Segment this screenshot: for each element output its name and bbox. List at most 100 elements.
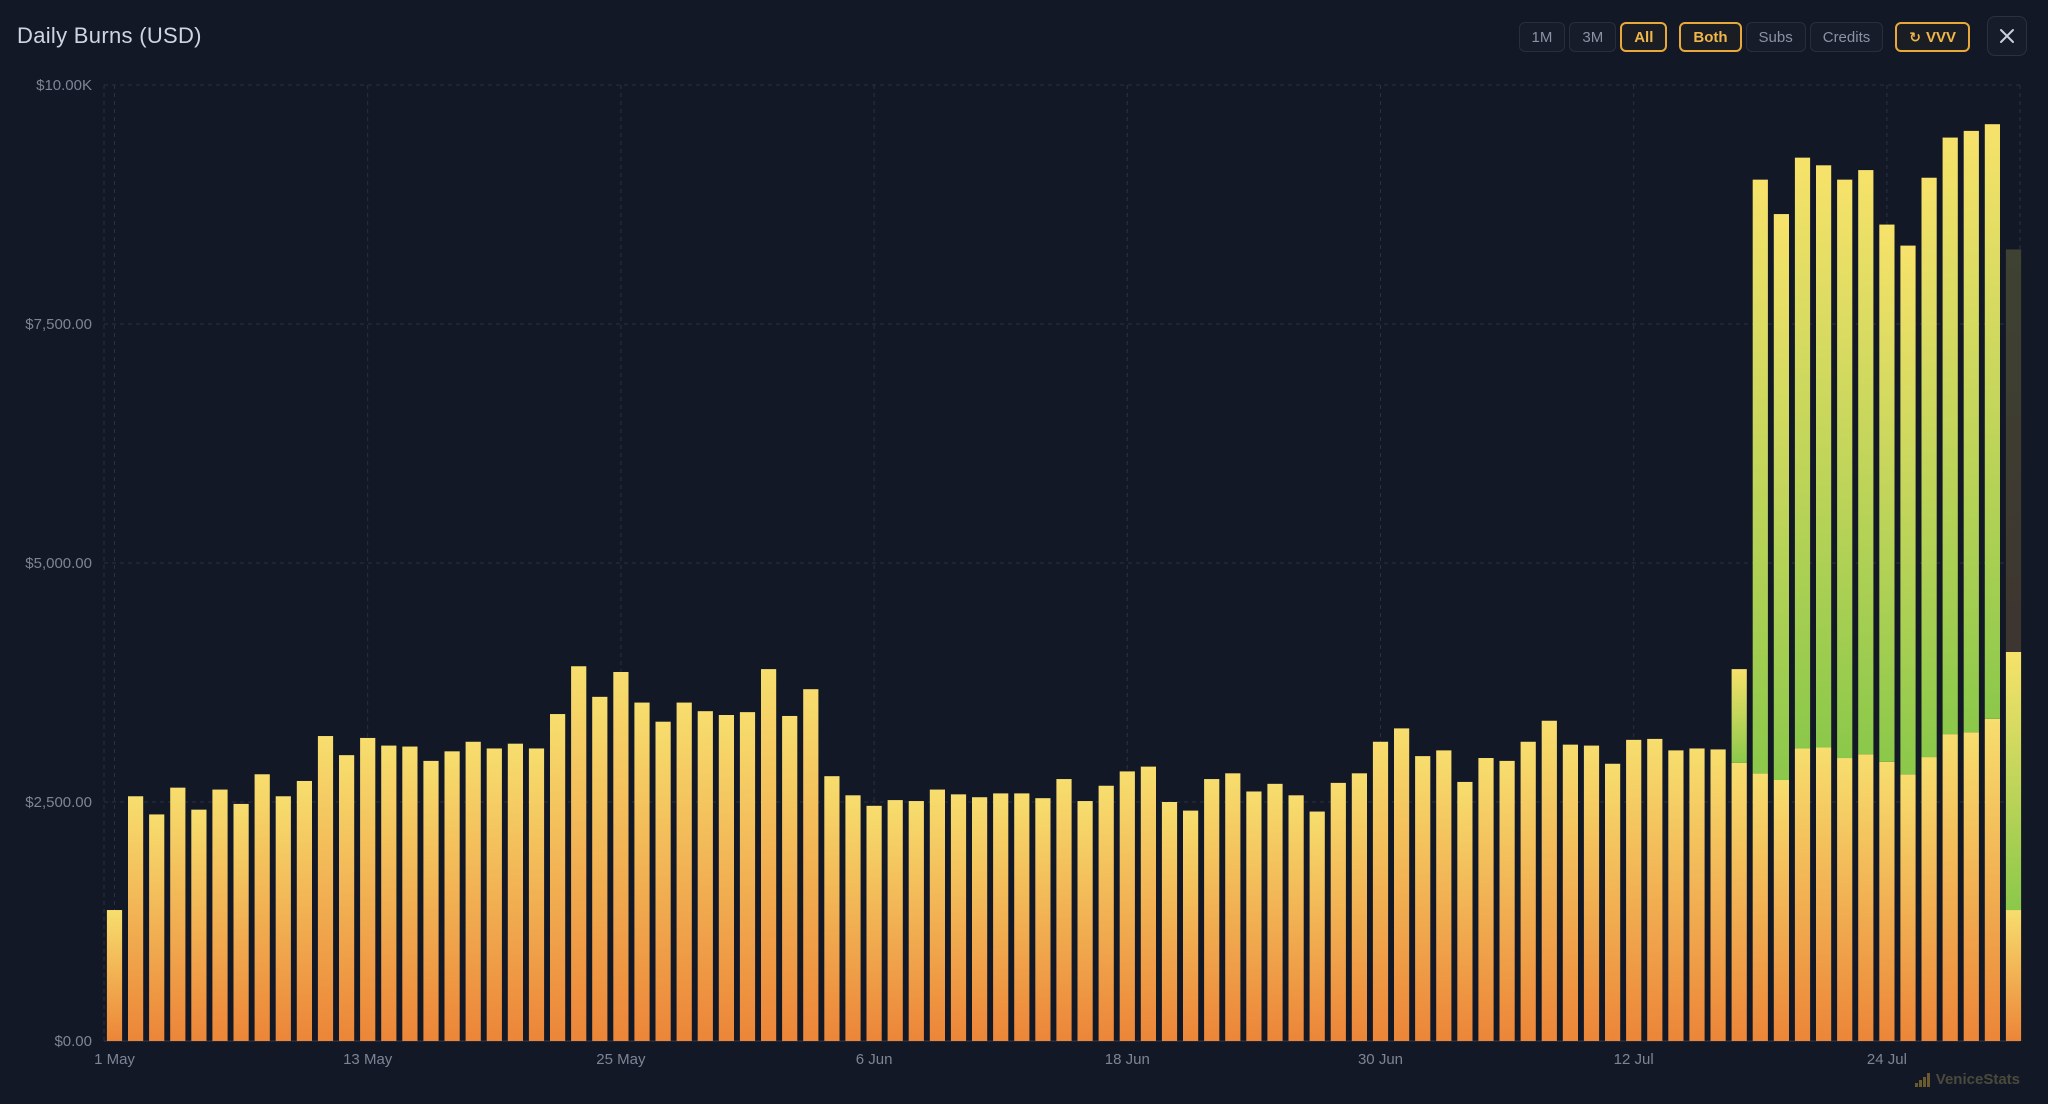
bar-base	[1942, 734, 1958, 1041]
bar-base	[613, 671, 629, 1041]
bar-subs	[1816, 165, 1832, 748]
bar-base	[592, 696, 608, 1041]
x-tick-label: 24 Jul	[1867, 1051, 1907, 1068]
bar-base	[360, 737, 376, 1041]
bar-subs	[1752, 179, 1768, 774]
x-tick-label: 30 Jun	[1358, 1051, 1403, 1068]
bar-base	[1246, 791, 1262, 1041]
bar-base	[1140, 766, 1156, 1041]
x-tick-label: 6 Jun	[856, 1051, 893, 1068]
bar-base	[950, 794, 967, 1041]
x-tick-label: 25 May	[596, 1051, 646, 1068]
bar-base	[634, 702, 650, 1041]
bar-base	[1689, 748, 1705, 1041]
bar-base	[2005, 910, 2022, 1041]
bar-base	[423, 760, 439, 1041]
bar-base	[296, 780, 312, 1041]
bar-base	[191, 809, 207, 1041]
bar-base	[1794, 748, 1811, 1041]
bar-base	[1351, 773, 1367, 1041]
y-tick-label: $2,500.00	[25, 794, 92, 811]
bar-base	[1541, 720, 1557, 1041]
bar-base	[1309, 811, 1325, 1041]
bar-base	[866, 805, 882, 1041]
bar-base	[1204, 779, 1220, 1041]
bar-base	[444, 751, 460, 1041]
bar-base	[1731, 762, 1747, 1041]
bar-subs	[2005, 651, 2022, 911]
bar-base	[1478, 758, 1494, 1041]
bar-base	[402, 746, 418, 1041]
bar-base	[718, 715, 734, 1041]
bar-base	[233, 803, 249, 1041]
bar-subs	[1773, 214, 1789, 781]
bar-base	[845, 795, 861, 1041]
bar-base	[381, 745, 397, 1041]
bar-base	[739, 712, 756, 1041]
bar-base	[1499, 760, 1515, 1041]
bar-base	[486, 748, 502, 1041]
y-tick-label: $10.00K	[36, 77, 92, 94]
bar-subs	[1837, 179, 1853, 759]
bar-base	[1035, 798, 1051, 1041]
bar-base	[149, 814, 165, 1041]
bar-base	[1710, 749, 1726, 1041]
x-tick-label: 18 Jun	[1105, 1051, 1150, 1068]
x-tick-label: 1 May	[94, 1051, 135, 1068]
bar-base	[1520, 741, 1536, 1041]
brand-name: VeniceStats	[1935, 1071, 2020, 1088]
bar-subs	[1731, 669, 1747, 763]
bar-base	[1372, 741, 1389, 1041]
bar-subs	[1900, 245, 1916, 775]
bar-chart: $0.00 $2,500.00 $5,000.00 $7,500.00 $10.00K 1…	[25, 77, 2022, 1068]
bar-base	[1288, 795, 1304, 1041]
bar-base	[550, 714, 566, 1041]
bar-base	[929, 789, 945, 1041]
bar-base	[1225, 773, 1241, 1041]
bar-subs	[1984, 124, 2000, 719]
bar-base	[254, 774, 270, 1041]
bar-base	[1963, 732, 1979, 1041]
bar-base	[106, 910, 123, 1041]
bar-base	[1816, 747, 1832, 1041]
bar-base	[1119, 771, 1135, 1041]
venicestats-brand: VeniceStats	[1914, 1071, 2020, 1088]
bar-base	[212, 789, 228, 1041]
bar-base	[1161, 802, 1178, 1041]
bar-base	[1858, 754, 1874, 1041]
bar-base	[1921, 757, 1937, 1041]
bar-base	[275, 796, 291, 1041]
bar-base	[571, 666, 587, 1041]
bar-base	[1647, 738, 1663, 1041]
bar-base	[1900, 774, 1916, 1041]
bar-base	[1605, 763, 1621, 1041]
bar-base	[993, 793, 1009, 1041]
bar-base	[1014, 793, 1030, 1041]
bar-base	[1879, 761, 1895, 1041]
bar-base	[1098, 785, 1114, 1041]
bar-base	[887, 800, 903, 1041]
bar-base	[972, 797, 988, 1041]
bar-base	[1773, 780, 1789, 1041]
bar-base	[782, 715, 798, 1041]
bar-base	[1752, 773, 1768, 1041]
bar-base	[317, 736, 334, 1041]
bar-subs	[1921, 177, 1937, 758]
bar-base	[339, 755, 355, 1041]
x-tick-label: 12 Jul	[1614, 1051, 1654, 1068]
bar-base	[697, 711, 713, 1041]
bar-base	[655, 721, 671, 1041]
bar-base	[507, 743, 523, 1041]
bar-subs	[1858, 170, 1874, 755]
bar-subs	[1963, 130, 1979, 733]
bar-pending	[2005, 249, 2022, 652]
bar-base	[803, 689, 819, 1041]
bar-base	[676, 702, 692, 1041]
bar-base	[170, 787, 186, 1041]
bar-base	[1626, 739, 1642, 1041]
y-tick-label: $7,500.00	[25, 316, 92, 333]
bar-base	[1457, 781, 1473, 1041]
bar-subs	[1942, 137, 1958, 735]
bar-base	[761, 669, 777, 1041]
bar-base	[1415, 756, 1431, 1041]
